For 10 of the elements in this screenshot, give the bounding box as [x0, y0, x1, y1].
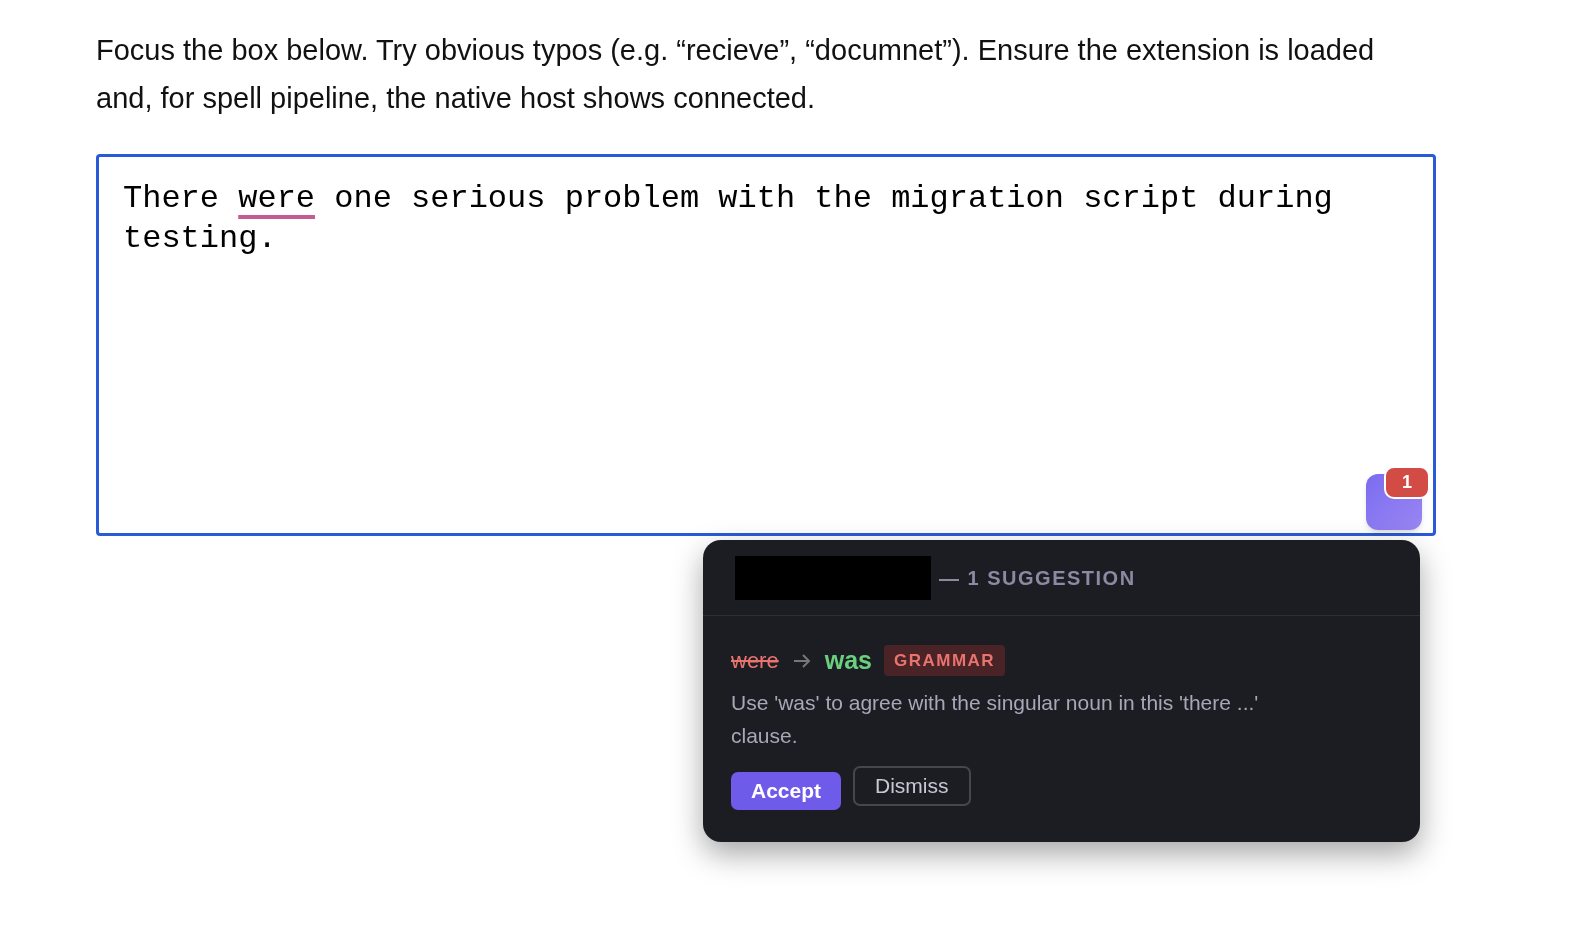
suggestion-message: Use 'was' to agree with the singular noun in this 'there ...' clause. — [731, 689, 1260, 749]
replacement-word: was — [824, 645, 872, 676]
arrow-icon — [792, 653, 811, 668]
popup-header: — 1 SUGGESTION — [939, 565, 1136, 591]
dismiss-button[interactable]: Dismiss — [853, 765, 971, 806]
original-word: were — [731, 647, 779, 676]
category-tag: GRAMMAR — [883, 645, 1006, 677]
count-badge: 1 — [1384, 466, 1430, 499]
accept-button[interactable]: Accept — [731, 771, 842, 810]
instructions-text: Focus the box below. Try obvious typos (e.g. “recieve”, “documnet”). Ensure the extension is loaded and, for spell pipeline, the native host shows connected. — [96, 33, 1376, 116]
